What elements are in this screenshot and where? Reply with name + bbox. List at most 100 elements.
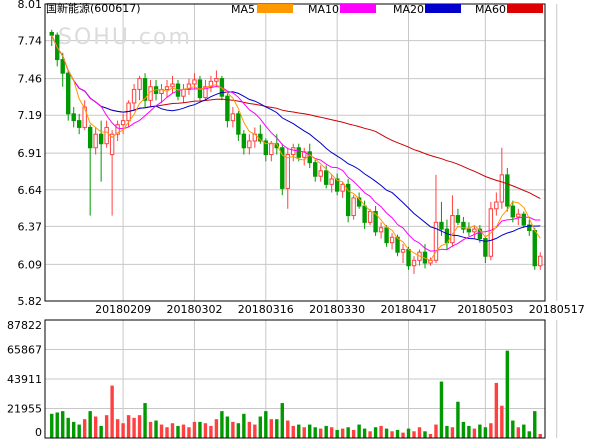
candle <box>378 222 384 239</box>
candle-body-down <box>510 205 516 218</box>
candle <box>186 78 192 95</box>
volume-bar <box>132 417 136 438</box>
volume-bar <box>187 427 191 438</box>
volume-bar <box>478 424 482 438</box>
candle-body-down <box>521 213 526 226</box>
candle <box>181 84 186 103</box>
candle <box>225 93 230 128</box>
volume-axis-labels: 87822 65867 43911 21955 0 <box>7 319 42 439</box>
candle-body-down <box>505 174 510 207</box>
candle <box>532 227 537 270</box>
candle-body-up <box>82 106 87 128</box>
candle <box>214 70 219 87</box>
volume-bar <box>439 381 444 438</box>
volume-bar <box>362 428 367 438</box>
candle <box>230 107 236 128</box>
volume-bar <box>148 421 153 438</box>
candle-body-up <box>472 228 477 233</box>
grid-lines <box>45 4 558 438</box>
volume-bar <box>346 427 350 438</box>
date-tick-label: 20180302 <box>166 303 222 316</box>
volume-bar <box>461 421 466 438</box>
volume-tick-label: 21955 <box>7 403 42 416</box>
candle-body-up <box>340 183 345 192</box>
volume-bar <box>291 425 295 438</box>
volume-bars <box>50 350 542 438</box>
volume-bar <box>104 415 109 438</box>
candle <box>280 143 285 196</box>
legend-swatch-ma20 <box>425 4 461 13</box>
volume-bar <box>450 427 455 438</box>
candle <box>538 252 543 270</box>
volume-bar <box>472 428 477 438</box>
candle-body-down <box>280 147 285 189</box>
candle <box>252 127 258 148</box>
volume-bar <box>71 421 76 438</box>
candle <box>87 124 93 216</box>
candle <box>499 147 505 209</box>
legend-label-ma10: MA10 <box>308 3 339 16</box>
price-tick-label: 6.64 <box>18 184 43 197</box>
candle-body-up <box>247 140 252 149</box>
chart-canvas: SOHU.com 8.01 7.74 7.46 7.19 6.91 6.64 6.37 6.0… <box>7 0 585 439</box>
chart-legend: MA5 MA10 MA20 MA60 <box>231 3 543 16</box>
candle-body-up <box>351 197 356 217</box>
volume-bar <box>115 419 120 438</box>
candle <box>505 168 510 212</box>
volume-bar <box>50 413 54 438</box>
volume-tick-label: 65867 <box>7 343 42 356</box>
candle-body-down <box>98 133 104 145</box>
volume-bar <box>242 413 246 438</box>
volume-bar <box>82 419 87 438</box>
price-tick-label: 6.91 <box>18 147 43 160</box>
candle <box>76 113 82 135</box>
volume-bar <box>253 424 257 438</box>
candle-body-down <box>87 126 93 149</box>
legend-label-ma20: MA20 <box>393 3 424 16</box>
volume-bar <box>258 416 263 438</box>
volume-bar <box>329 427 334 438</box>
candle-body-down <box>323 170 329 185</box>
volume-bar <box>165 427 169 438</box>
candle-body-up <box>389 236 395 244</box>
date-tick-label: 20180517 <box>529 303 585 316</box>
candle <box>466 222 472 236</box>
candle-body-down <box>76 120 82 128</box>
candle-body-down <box>307 151 312 164</box>
candle-body-up <box>137 78 142 90</box>
candle-body-up <box>285 154 290 189</box>
volume-bar <box>494 382 499 438</box>
candle <box>389 233 395 250</box>
volume-bar <box>434 424 438 438</box>
watermark-text: SOHU.com <box>58 25 192 50</box>
volume-bar <box>538 433 542 438</box>
volume-bar <box>516 427 521 438</box>
volume-bar <box>176 425 180 438</box>
candle <box>291 143 296 162</box>
candle-body-down <box>362 205 367 223</box>
candle-body-up <box>494 201 499 210</box>
price-tick-label: 7.19 <box>18 109 43 122</box>
volume-bar <box>137 415 142 438</box>
volume-bar <box>154 420 158 438</box>
price-tick-label: 5.82 <box>18 295 43 308</box>
candle-body-up <box>450 215 455 244</box>
candle <box>411 256 417 274</box>
legend-swatch-ma10 <box>340 4 376 13</box>
candle-body-up <box>291 147 296 156</box>
candle-body-up <box>214 78 219 82</box>
candle <box>164 79 170 98</box>
candle <box>142 73 148 108</box>
volume-bar <box>379 425 383 438</box>
price-tick-label: 7.46 <box>18 73 43 86</box>
price-tick-label: 6.37 <box>18 220 43 233</box>
volume-bar <box>247 421 252 438</box>
volume-bar <box>483 427 488 438</box>
volume-bar <box>302 427 306 438</box>
candle <box>66 70 71 121</box>
volume-bar <box>275 419 279 438</box>
candle-body-up <box>181 88 186 97</box>
candle <box>302 147 307 166</box>
candle-body-up <box>400 248 406 253</box>
candle-body-down <box>49 31 54 36</box>
